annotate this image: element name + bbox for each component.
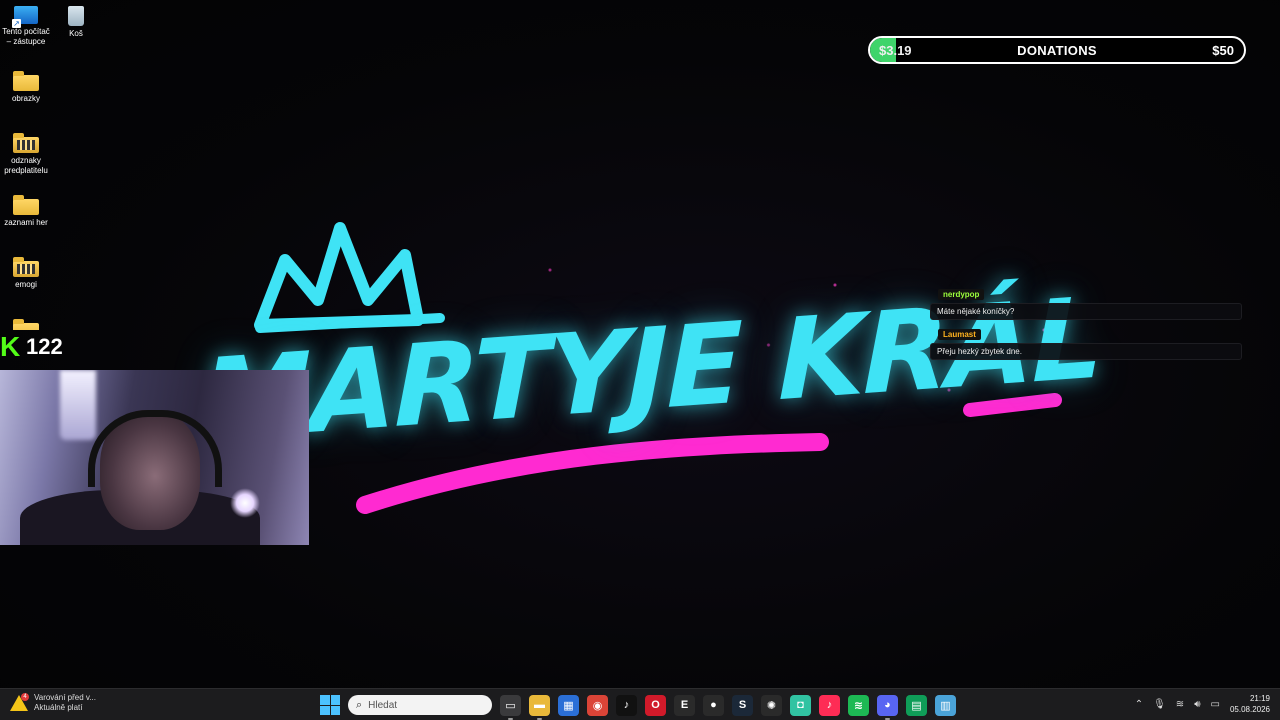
taskbar-app-chrome[interactable]: ◉ <box>587 694 608 716</box>
chat-message: Laumast Přeju hezký zbytek dne. <box>930 324 1242 360</box>
spotify-icon: ≋ <box>853 699 864 712</box>
taskbar-app-spotify[interactable]: ≋ <box>848 694 869 716</box>
weather-warning-widget[interactable]: 4 Varování před v... Aktuálně platí <box>10 693 96 713</box>
desktop-icon-this-pc[interactable]: Tento počítač – zástupce <box>0 6 52 47</box>
windows-logo-icon <box>330 695 340 705</box>
taskbar: 4 Varování před v... Aktuálně platí ⌕ Hl… <box>0 688 1280 720</box>
kick-logo-icon: K <box>0 331 21 362</box>
chat-text: Přeju hezký zbytek dne. <box>930 343 1242 360</box>
taskbar-app-file-explorer[interactable]: ▬ <box>529 694 550 720</box>
cam-lamp <box>230 488 260 518</box>
taskbar-app-chatgpt[interactable]: ✺ <box>761 694 782 716</box>
wifi-icon[interactable]: ≋ <box>1176 699 1184 710</box>
windows-logo-icon <box>320 705 330 715</box>
start-button[interactable] <box>320 695 340 715</box>
headset-icon <box>88 410 222 487</box>
clock[interactable]: 21:19 05.08.2026 <box>1230 693 1270 715</box>
search-placeholder: Hledat <box>368 699 398 711</box>
warning-icon: 4 <box>10 693 29 711</box>
desktop-icon-recycle-bin[interactable]: Koš <box>50 6 102 39</box>
chat-text: Máte nějaké koníčky? <box>930 303 1242 320</box>
microsoft-store-icon: ▦ <box>563 699 574 712</box>
streamlabs-icon: ◘ <box>797 699 804 711</box>
obs-icon: ● <box>710 699 717 711</box>
windows-logo-icon <box>320 695 330 705</box>
donation-goal-bar: $3.19 DONATIONS $50 <box>868 36 1246 64</box>
webcam-feed <box>0 370 309 545</box>
taskbar-app-streamlabs[interactable]: ◘ <box>790 694 811 716</box>
tiktok-live-icon: ♪ <box>826 699 833 711</box>
taskbar-app-steam[interactable]: S <box>732 694 753 716</box>
search-icon: ⌕ <box>356 698 363 711</box>
taskbar-app-tiktok[interactable]: ♪ <box>616 694 637 716</box>
stream-logo <box>254 222 1062 514</box>
desktop-icon-label: zaznami her <box>4 218 48 227</box>
desktop: Tento počítač – zástupce Koš obrazky odz… <box>0 0 1280 688</box>
chatgpt-icon: ✺ <box>766 699 777 712</box>
taskbar-app-discord[interactable]: ◕ <box>877 694 898 720</box>
file-explorer-icon: ▬ <box>534 699 545 711</box>
chat-username: Laumast <box>938 329 981 340</box>
taskbar-center: ⌕ Hledat ▭ ▬ ▦ ◉ ♪ O E ● S ✺ ◘ ♪ ≋ ◕ ▤ ▥ <box>320 692 956 720</box>
tiktok-icon: ♪ <box>623 699 630 711</box>
taskbar-app-notepad[interactable]: ▥ <box>935 694 956 716</box>
volume-icon[interactable]: 🔊︎ <box>1194 699 1200 710</box>
desktop-icon-label: Tento počítač – zástupce <box>2 27 50 46</box>
follower-counter: K 122 <box>0 331 63 362</box>
chat-username: nerdypop <box>938 289 985 300</box>
battery-icon[interactable]: ▭ <box>1211 699 1220 710</box>
clock-time: 21:19 <box>1249 694 1270 703</box>
desktop-icon-odznaky[interactable]: odznaky predplatitelu <box>0 132 52 176</box>
clock-date: 05.08.2026 <box>1229 705 1270 714</box>
desktop-icon-obrazky[interactable]: obrazky <box>0 70 52 104</box>
desktop-icon-label: odznaky predplatitelu <box>4 156 48 175</box>
desktop-icon-emogi[interactable]: emogi <box>0 256 52 290</box>
chevron-up-icon[interactable]: ⌃ <box>1135 699 1143 710</box>
donation-goal: $50 <box>1212 43 1234 58</box>
desktop-icon-label: emogi <box>15 280 37 289</box>
folder-images-icon <box>13 133 39 153</box>
recycle-bin-icon <box>68 6 84 26</box>
taskbar-app-task-view[interactable]: ▭ <box>500 694 521 720</box>
system-tray: ⌃ 🎙︎ ≋ 🔊︎ ▭ 21:19 05.08.2026 <box>1135 693 1270 715</box>
taskbar-app-obs[interactable]: ● <box>703 694 724 716</box>
desktop-icon-label: Koš <box>69 29 83 38</box>
follower-count: 122 <box>26 334 63 359</box>
windows-logo-icon <box>330 705 340 715</box>
taskbar-app-epic-games[interactable]: E <box>674 694 695 716</box>
chat-message: nerdypop Máte nějaké koníčky? <box>930 284 1242 320</box>
warning-text: Varování před v... Aktuálně platí <box>34 693 96 713</box>
epic-games-icon: E <box>680 699 689 711</box>
donation-title: DONATIONS <box>1017 43 1097 58</box>
computer-shortcut-icon <box>12 6 38 28</box>
taskbar-apps: ▭ ▬ ▦ ◉ ♪ O E ● S ✺ ◘ ♪ ≋ ◕ ▤ ▥ <box>500 694 956 720</box>
notification-badge: 4 <box>21 693 29 701</box>
folder-icon <box>13 319 39 330</box>
microphone-icon[interactable]: 🎙︎ <box>1153 699 1166 710</box>
task-view-icon: ▭ <box>505 699 516 712</box>
steam-icon: S <box>738 699 747 711</box>
cam-light <box>60 370 96 440</box>
taskbar-app-microsoft-store[interactable]: ▦ <box>558 694 579 716</box>
opera-icon: O <box>651 699 660 711</box>
taskbar-search[interactable]: ⌕ Hledat <box>348 695 492 715</box>
brush-underline <box>356 433 829 514</box>
crown-icon <box>254 222 424 331</box>
taskbar-app-opera[interactable]: O <box>645 694 666 716</box>
notepad-icon: ▥ <box>940 699 951 712</box>
sheets-icon: ▤ <box>911 699 922 712</box>
taskbar-app-sheets[interactable]: ▤ <box>906 694 927 716</box>
chat-overlay: nerdypop Máte nějaké koníčky? Laumast Př… <box>930 284 1242 364</box>
taskbar-app-tiktok-live[interactable]: ♪ <box>819 694 840 716</box>
discord-icon: ◕ <box>884 699 891 711</box>
desktop-icon-partial[interactable] <box>0 318 52 330</box>
folder-images-icon <box>13 257 39 277</box>
desktop-icon-label: obrazky <box>11 94 40 103</box>
warning-title: Varování před v... <box>34 693 96 702</box>
folder-icon <box>13 195 39 215</box>
warning-subtitle: Aktuálně platí <box>34 703 83 712</box>
folder-icon <box>13 71 39 91</box>
chrome-icon: ◉ <box>592 699 603 712</box>
desktop-icon-zaznami-her[interactable]: zaznami her <box>0 194 52 228</box>
